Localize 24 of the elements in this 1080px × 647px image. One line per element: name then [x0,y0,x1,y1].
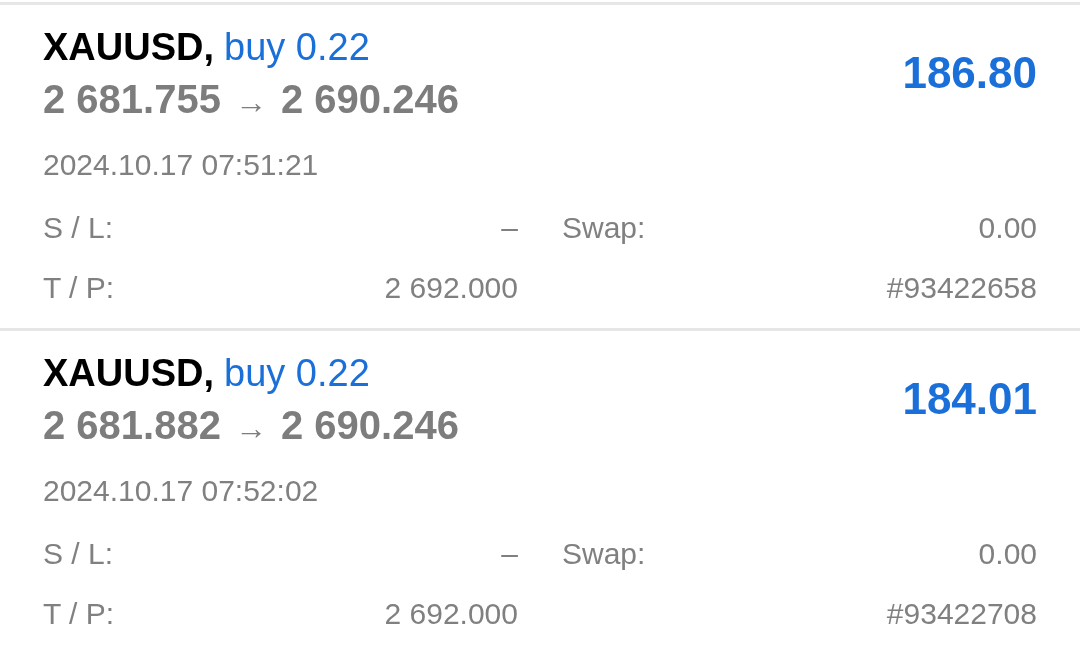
field-label: Swap: [562,210,646,246]
symbol-text: XAUUSD, [43,351,215,395]
field-label: S / L: [43,210,114,246]
symbol-text: XAUUSD, [43,25,215,69]
price-change-text: 2 681.882 → 2 690.246 [43,403,459,447]
open-time-text: 2024.10.17 07:52:02 [43,473,319,509]
field-value: 0.00 [978,210,1037,246]
field-value: #93422708 [886,596,1037,632]
profit-text: 184.01 [902,374,1037,424]
open-time-text: 2024.10.17 07:51:21 [43,147,319,183]
field-value: – [501,536,518,572]
field-label: Swap: [562,536,646,572]
order-text: buy 0.22 [224,25,370,69]
field-label: T / P: [43,270,115,306]
order-text: buy 0.22 [224,351,370,395]
field-label: T / P: [43,596,115,632]
field-value: 2 692.000 [384,596,518,632]
field-value: 2 692.000 [384,270,518,306]
field-value: – [501,210,518,246]
field-value: 0.00 [978,536,1037,572]
field-value: #93422658 [886,270,1037,306]
profit-text: 186.80 [902,48,1037,98]
price-change-text: 2 681.755 → 2 690.246 [43,77,459,121]
field-label: S / L: [43,536,114,572]
